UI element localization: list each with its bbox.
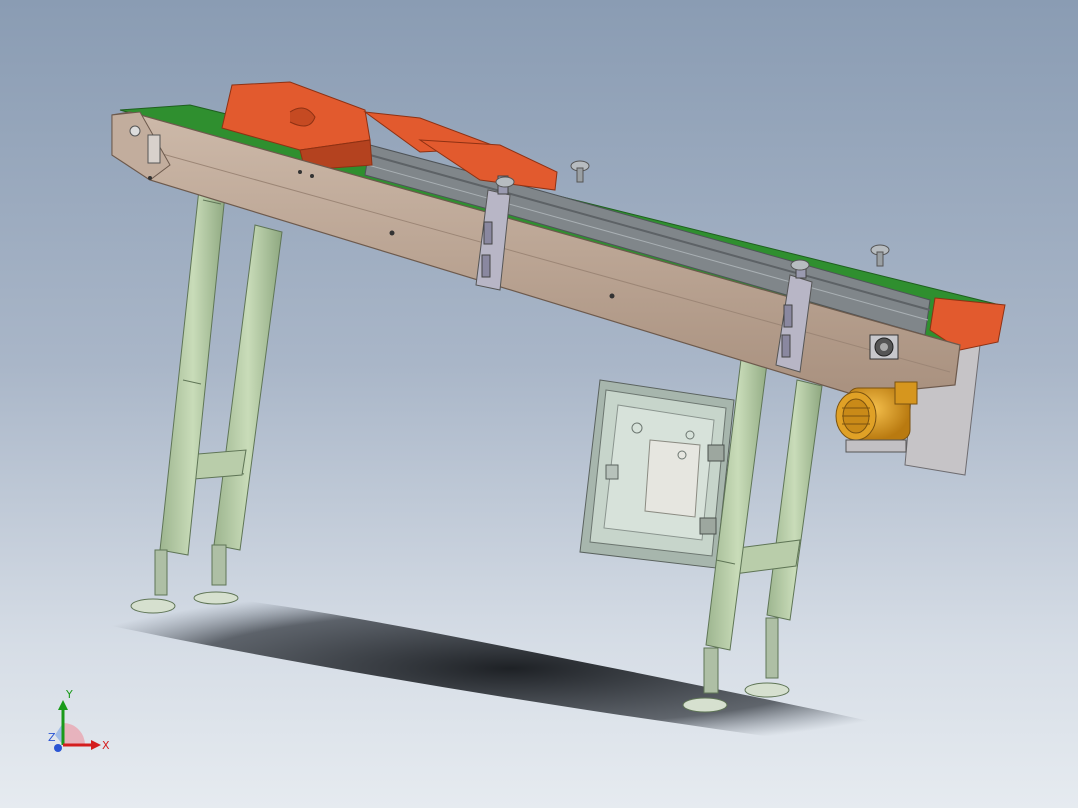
drive-pulley[interactable] bbox=[869, 334, 899, 360]
ground-shadow bbox=[40, 587, 980, 750]
frame-hole bbox=[298, 170, 302, 174]
adjust-knob[interactable] bbox=[790, 259, 810, 271]
conveyor-model[interactable]: Y X Z bbox=[0, 0, 1078, 808]
electrical-panel[interactable] bbox=[579, 379, 735, 569]
frame-hole bbox=[609, 293, 615, 299]
adjust-knob[interactable] bbox=[870, 244, 890, 267]
coordinate-triad-icon: Y X Z bbox=[48, 688, 110, 752]
axis-x-label: X bbox=[102, 739, 110, 752]
frame-hole bbox=[148, 176, 152, 180]
axis-z-label: Z bbox=[48, 731, 56, 744]
frame-hole bbox=[310, 174, 314, 178]
cad-viewport[interactable]: Y X Z bbox=[0, 0, 1078, 808]
adjust-knob[interactable] bbox=[570, 160, 590, 183]
adjust-knob[interactable] bbox=[495, 176, 515, 188]
frame-hole bbox=[389, 230, 395, 236]
axis-y-label: Y bbox=[65, 688, 73, 701]
